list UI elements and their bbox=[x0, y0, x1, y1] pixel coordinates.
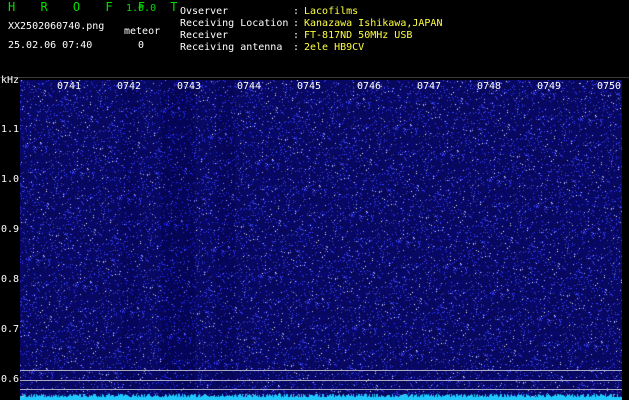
info-colon: : bbox=[293, 42, 300, 53]
app-title: H R O F F T bbox=[8, 0, 187, 14]
reference-line bbox=[20, 389, 622, 390]
info-label: Receiver bbox=[180, 30, 229, 41]
time-label: 0747 bbox=[417, 81, 442, 92]
time-label: 0744 bbox=[237, 81, 262, 92]
info-row-receiver: Receiver : FT-817ND 50MHz USB bbox=[180, 30, 412, 41]
file-name: XX2502060740.png bbox=[8, 21, 105, 32]
info-label: Receiving antenna bbox=[180, 42, 283, 53]
meteor-count: 0 bbox=[138, 40, 145, 51]
info-value: Kanazawa Ishikawa,JAPAN bbox=[304, 18, 443, 29]
info-row-location: Receiving Location : Kanazawa Ishikawa,J… bbox=[180, 18, 442, 29]
reference-line bbox=[20, 370, 622, 371]
time-label: 0749 bbox=[537, 81, 562, 92]
freq-label: 1.0 bbox=[1, 174, 20, 185]
timestamp: 25.02.06 07:40 bbox=[8, 40, 93, 51]
info-row-antenna: Receiving antenna : 2ele HB9CV bbox=[180, 42, 364, 53]
time-label: 0742 bbox=[117, 81, 142, 92]
reference-line bbox=[20, 380, 622, 381]
time-label: 0743 bbox=[177, 81, 202, 92]
freq-unit-label: kHz bbox=[1, 75, 20, 86]
time-label: 0741 bbox=[57, 81, 82, 92]
freq-label: 0.9 bbox=[1, 224, 20, 235]
freq-label: 0.7 bbox=[1, 324, 20, 335]
freq-label: 0.8 bbox=[1, 274, 20, 285]
app-version: 1.0.0 bbox=[126, 3, 157, 14]
spectrogram-canvas bbox=[20, 80, 622, 400]
header-divider bbox=[0, 77, 629, 78]
info-label: Receiving Location bbox=[180, 18, 289, 29]
info-colon: : bbox=[293, 6, 300, 17]
time-label: 0750 bbox=[597, 81, 622, 92]
info-colon: : bbox=[293, 18, 300, 29]
info-value: FT-817ND 50MHz USB bbox=[304, 30, 413, 41]
info-value: Lacofilms bbox=[304, 6, 359, 17]
freq-label: 0.6 bbox=[1, 374, 20, 385]
info-row-observer: Ovserver : Lacofilms bbox=[180, 6, 358, 17]
time-label: 0748 bbox=[477, 81, 502, 92]
info-colon: : bbox=[293, 30, 300, 41]
meteor-label: meteor bbox=[124, 26, 161, 37]
info-value: 2ele HB9CV bbox=[304, 42, 365, 53]
time-label: 0745 bbox=[297, 81, 322, 92]
info-label: Ovserver bbox=[180, 6, 229, 17]
time-label: 0746 bbox=[357, 81, 382, 92]
freq-label: 1.1 bbox=[1, 124, 20, 135]
